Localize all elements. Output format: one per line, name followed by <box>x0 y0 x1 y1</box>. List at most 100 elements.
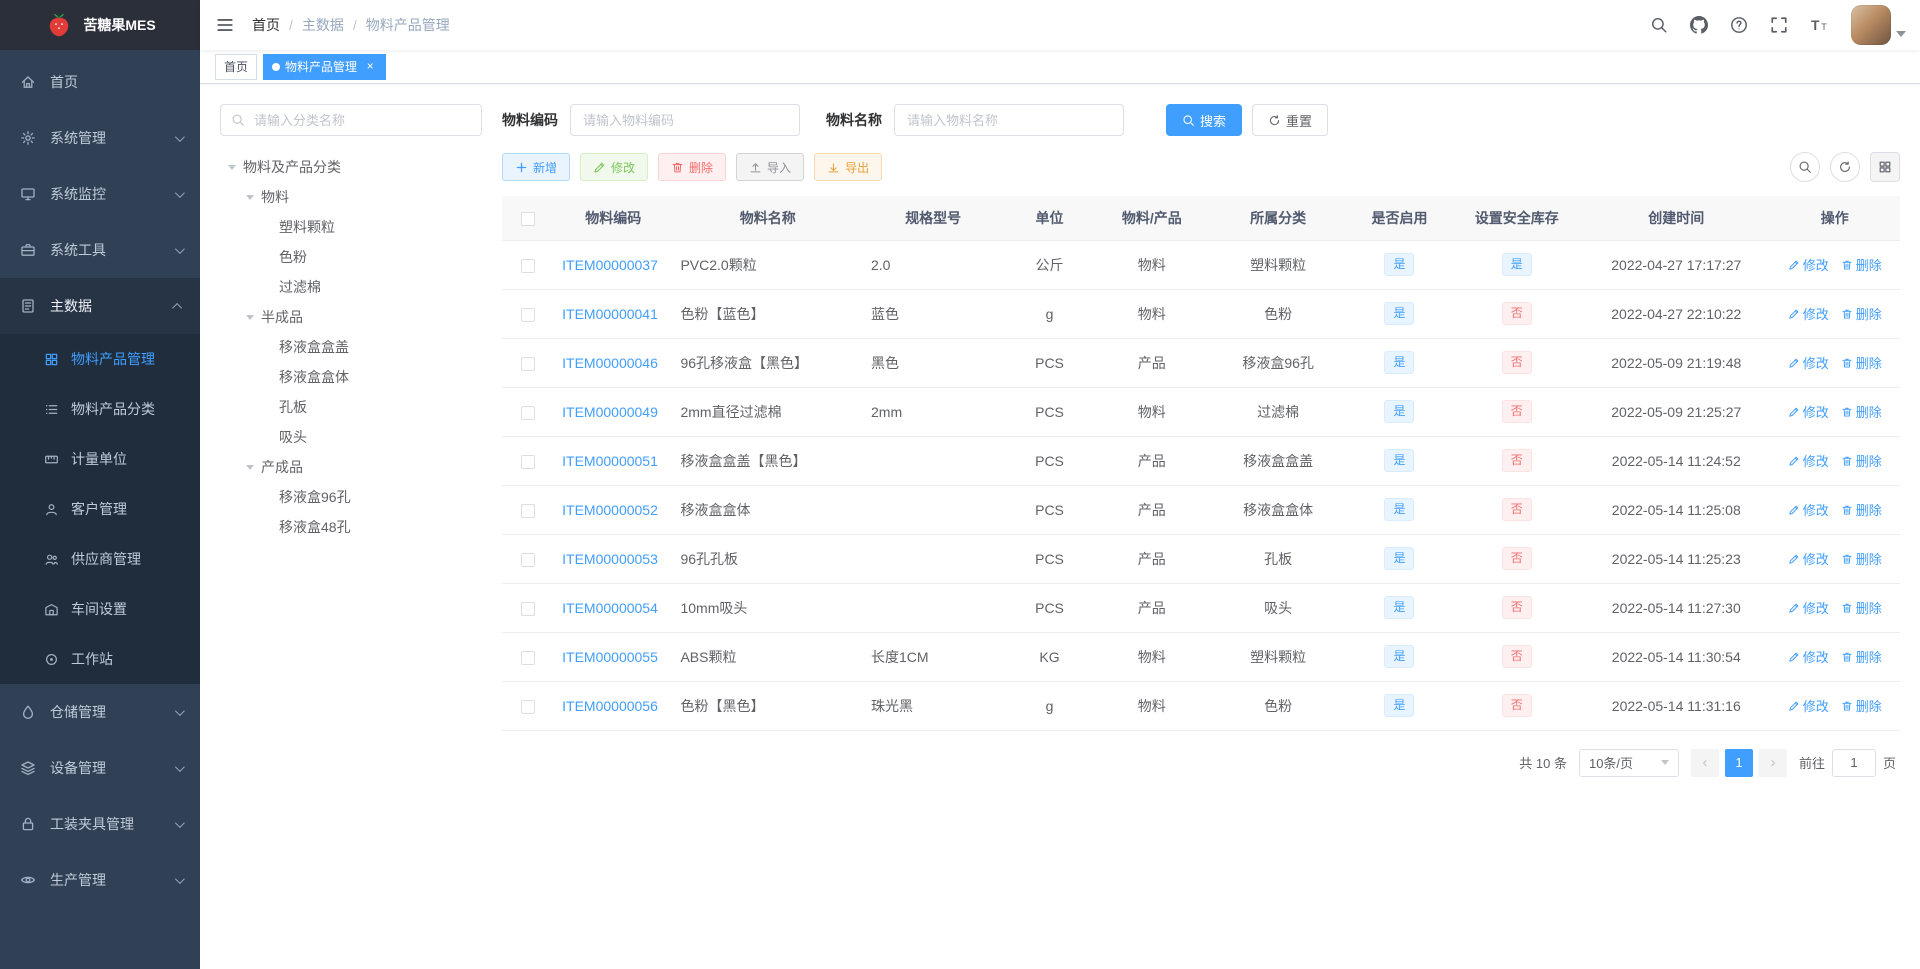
material-code-link[interactable]: ITEM00000055 <box>562 649 658 665</box>
edit-button[interactable]: 修改 <box>580 153 649 181</box>
delete-row-button[interactable]: 删除 <box>1841 696 1882 715</box>
close-icon[interactable] <box>363 60 377 74</box>
caret-expanded-icon[interactable] <box>228 164 236 174</box>
next-page-button[interactable] <box>1758 748 1787 777</box>
tree-node[interactable]: 物料 <box>220 182 482 212</box>
material-code-link[interactable]: ITEM00000037 <box>562 257 658 273</box>
edit-row-button[interactable]: 修改 <box>1788 451 1829 470</box>
sidebar-toggle-button[interactable] <box>200 0 250 50</box>
tree-node[interactable]: 物料及产品分类 <box>220 152 482 182</box>
category-search-input[interactable] <box>252 111 471 129</box>
edit-row-button[interactable]: 修改 <box>1788 598 1829 617</box>
delete-button[interactable]: 删除 <box>658 153 727 181</box>
sidebar-item-material-product-category[interactable]: 物料产品分类 <box>0 384 200 434</box>
sidebar-item-production-management[interactable]: 生产管理 <box>0 852 200 908</box>
material-code-link[interactable]: ITEM00000046 <box>562 355 658 371</box>
sidebar-item-system-management[interactable]: 系统管理 <box>0 110 200 166</box>
tab-material-product-management[interactable]: 物料产品管理 <box>263 53 387 80</box>
tree-node[interactable]: 移液盒48孔 <box>220 512 482 542</box>
row-checkbox[interactable] <box>521 454 536 469</box>
caret-expanded-icon[interactable] <box>246 464 254 474</box>
edit-row-button[interactable]: 修改 <box>1788 549 1829 568</box>
sidebar-item-system-tools[interactable]: 系统工具 <box>0 222 200 278</box>
add-button[interactable]: 新增 <box>502 153 571 181</box>
tree-node[interactable]: 吸头 <box>220 422 482 452</box>
toggle-search-button[interactable] <box>1790 152 1820 182</box>
tree-node[interactable]: 移液盒盒体 <box>220 362 482 392</box>
material-code-link[interactable]: ITEM00000056 <box>562 698 658 714</box>
row-checkbox[interactable] <box>521 405 536 420</box>
import-button[interactable]: 导入 <box>736 153 805 181</box>
refresh-button[interactable] <box>1830 152 1860 182</box>
app-logo[interactable]: 苦糖果MES <box>0 0 200 50</box>
delete-row-button[interactable]: 删除 <box>1841 451 1882 470</box>
edit-row-button[interactable]: 修改 <box>1788 402 1829 421</box>
delete-row-button[interactable]: 删除 <box>1841 549 1882 568</box>
material-code-link[interactable]: ITEM00000041 <box>562 306 658 322</box>
github-button[interactable] <box>1679 0 1719 50</box>
sidebar-item-supplier-management[interactable]: 供应商管理 <box>0 534 200 584</box>
avatar[interactable] <box>1851 5 1891 45</box>
tree-node[interactable]: 过滤棉 <box>220 272 482 302</box>
tree-node[interactable]: 移液盒盒盖 <box>220 332 482 362</box>
select-all-checkbox[interactable] <box>521 211 536 226</box>
row-checkbox[interactable] <box>521 650 536 665</box>
caret-expanded-icon[interactable] <box>246 194 254 204</box>
sidebar-item-warehouse-management[interactable]: 仓储管理 <box>0 684 200 740</box>
sidebar-item-workshop-settings[interactable]: 车间设置 <box>0 584 200 634</box>
row-checkbox[interactable] <box>521 258 536 273</box>
fullscreen-button[interactable] <box>1759 0 1799 50</box>
row-checkbox[interactable] <box>521 552 536 567</box>
row-checkbox[interactable] <box>521 601 536 616</box>
columns-button[interactable] <box>1870 152 1900 182</box>
sidebar-item-customer-management[interactable]: 客户管理 <box>0 484 200 534</box>
row-checkbox[interactable] <box>521 503 536 518</box>
tree-node[interactable]: 半成品 <box>220 302 482 332</box>
sidebar-item-equipment-management[interactable]: 设备管理 <box>0 740 200 796</box>
material-code-link[interactable]: ITEM00000051 <box>562 453 658 469</box>
sidebar-item-home[interactable]: 首页 <box>0 54 200 110</box>
edit-row-button[interactable]: 修改 <box>1788 255 1829 274</box>
delete-row-button[interactable]: 删除 <box>1841 353 1882 372</box>
reset-button[interactable]: 重置 <box>1252 104 1329 136</box>
sidebar-item-measurement-unit[interactable]: 计量单位 <box>0 434 200 484</box>
row-checkbox[interactable] <box>521 699 536 714</box>
search-button[interactable]: 搜索 <box>1166 104 1243 136</box>
goto-page-input[interactable] <box>1831 748 1876 777</box>
delete-row-button[interactable]: 删除 <box>1841 255 1882 274</box>
tree-node[interactable]: 移液盒96孔 <box>220 482 482 512</box>
tree-node[interactable]: 产成品 <box>220 452 482 482</box>
sidebar-item-fixture-management[interactable]: 工装夹具管理 <box>0 796 200 852</box>
tree-node[interactable]: 孔板 <box>220 392 482 422</box>
material-name-input[interactable] <box>894 104 1124 136</box>
page-1-button[interactable]: 1 <box>1724 748 1753 777</box>
edit-row-button[interactable]: 修改 <box>1788 353 1829 372</box>
sidebar-item-system-monitor[interactable]: 系统监控 <box>0 166 200 222</box>
sidebar-item-workstation[interactable]: 工作站 <box>0 634 200 684</box>
prev-page-button[interactable] <box>1690 748 1719 777</box>
edit-row-button[interactable]: 修改 <box>1788 500 1829 519</box>
edit-row-button[interactable]: 修改 <box>1788 696 1829 715</box>
caret-expanded-icon[interactable] <box>246 314 254 324</box>
user-menu[interactable] <box>1851 5 1906 45</box>
help-button[interactable] <box>1719 0 1759 50</box>
delete-row-button[interactable]: 删除 <box>1841 402 1882 421</box>
material-code-link[interactable]: ITEM00000049 <box>562 404 658 420</box>
material-code-link[interactable]: ITEM00000052 <box>562 502 658 518</box>
edit-row-button[interactable]: 修改 <box>1788 304 1829 323</box>
delete-row-button[interactable]: 删除 <box>1841 598 1882 617</box>
tree-node[interactable]: 色粉 <box>220 242 482 272</box>
edit-row-button[interactable]: 修改 <box>1788 647 1829 666</box>
material-code-link[interactable]: ITEM00000054 <box>562 600 658 616</box>
breadcrumb-home[interactable]: 首页 <box>252 15 302 35</box>
header-search-button[interactable] <box>1639 0 1679 50</box>
font-size-button[interactable]: T T <box>1799 0 1839 50</box>
sidebar-item-material-product-management[interactable]: 物料产品管理 <box>0 334 200 384</box>
delete-row-button[interactable]: 删除 <box>1841 500 1882 519</box>
export-button[interactable]: 导出 <box>814 153 883 181</box>
material-code-input[interactable] <box>570 104 800 136</box>
material-code-link[interactable]: ITEM00000053 <box>562 551 658 567</box>
delete-row-button[interactable]: 删除 <box>1841 304 1882 323</box>
row-checkbox[interactable] <box>521 356 536 371</box>
sidebar-item-master-data[interactable]: 主数据 <box>0 278 200 334</box>
